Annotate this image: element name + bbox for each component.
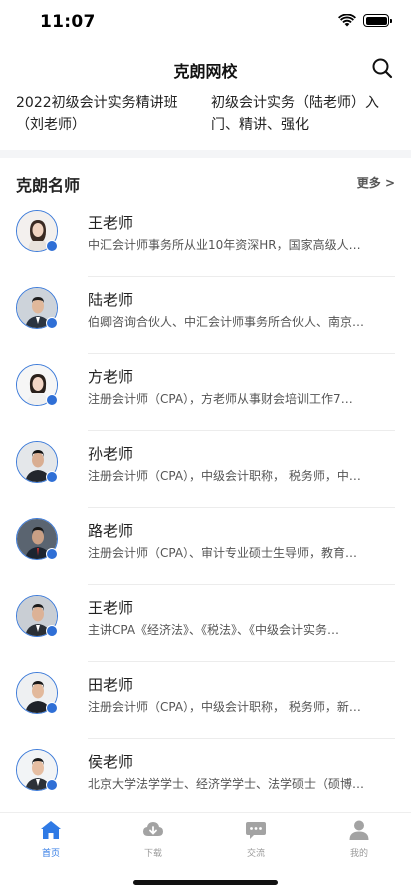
teacher-name: 方老师 [88, 368, 134, 386]
teacher-item[interactable]: 王老师 中汇会计师事务所从业10年资深HR，国家高级人… [0, 200, 411, 277]
teacher-name: 侯老师 [88, 753, 134, 771]
user-icon [349, 820, 369, 840]
battery-icon [363, 14, 392, 27]
verified-badge-icon [46, 394, 58, 406]
tab-label: 下载 [143, 849, 162, 859]
status-icons [338, 14, 392, 27]
tab-mine[interactable]: 我的 [329, 819, 389, 859]
teacher-item[interactable]: 王老师 主讲CPA《经济法》、《税法》、《中级会计实务… [0, 585, 411, 662]
teacher-desc: 注册会计师（CPA）、审计专业硕士生导师，教育… [88, 546, 358, 560]
tab-chat[interactable]: 交流 [226, 819, 286, 859]
teacher-name: 陆老师 [88, 291, 134, 309]
verified-badge-icon [46, 317, 58, 329]
teacher-desc: 注册会计师（CPA），方老师从事财会培训工作7… [88, 392, 353, 406]
course-card[interactable]: 2022初级会计实务精讲班（刘老师） [16, 92, 196, 136]
tab-bar: 首页 下载 交流 我的 [0, 812, 411, 862]
section-header: 克朗名师 更多 > [0, 170, 411, 196]
teacher-name: 王老师 [88, 214, 134, 232]
tab-label: 交流 [246, 849, 265, 859]
more-link[interactable]: 更多 > [357, 174, 395, 191]
home-indicator [133, 880, 278, 885]
status-time: 11:07 [40, 12, 96, 32]
verified-badge-icon [46, 471, 58, 483]
teacher-item[interactable]: 田老师 注册会计师（CPA），中级会计职称， 税务师，新… [0, 662, 411, 739]
verified-badge-icon [46, 625, 58, 637]
section-title: 克朗名师 [16, 176, 81, 195]
verified-badge-icon [46, 240, 58, 252]
verified-badge-icon [46, 548, 58, 560]
teacher-name: 路老师 [88, 522, 134, 540]
teacher-name: 田老师 [88, 676, 134, 694]
page-title: 克朗网校 [173, 62, 238, 81]
tab-label: 首页 [41, 849, 60, 859]
teacher-desc: 中汇会计师事务所从业10年资深HR，国家高级人… [88, 238, 361, 252]
teacher-desc: 北京大学法学学士、经济学学士、法学硕士（硕博… [88, 777, 365, 791]
course-card[interactable]: 初级会计实务（陆老师）入门、精讲、强化 [211, 92, 401, 136]
teacher-item[interactable]: 孙老师 注册会计师（CPA），中级会计职称， 税务师，中… [0, 431, 411, 508]
verified-badge-icon [46, 779, 58, 791]
course-strip: 2022初级会计实务精讲班（刘老师） 初级会计实务（陆老师）入门、精讲、强化 [0, 92, 411, 150]
teacher-item[interactable]: 侯老师 北京大学法学学士、经济学学士、法学硕士（硕博… [0, 739, 411, 816]
teacher-name: 王老师 [88, 599, 134, 617]
search-button[interactable] [369, 55, 395, 81]
search-icon [372, 58, 393, 79]
teacher-name: 孙老师 [88, 445, 134, 463]
teacher-desc: 注册会计师（CPA），中级会计职称， 税务师，新… [88, 700, 361, 714]
nav-bar: 克朗网校 [0, 46, 411, 90]
section-divider [0, 150, 411, 158]
wifi-icon [338, 14, 356, 27]
teacher-item[interactable]: 路老师 注册会计师（CPA）、审计专业硕士生导师，教育… [0, 508, 411, 585]
teacher-desc: 伯卿咨询合伙人、中汇会计师事务所合伙人、南京… [88, 315, 365, 329]
download-cloud-icon [143, 822, 163, 836]
chat-bubble-icon [246, 822, 266, 839]
teacher-list: 王老师 中汇会计师事务所从业10年资深HR，国家高级人… 陆老师 伯卿咨询合伙人… [0, 200, 411, 816]
teacher-desc: 主讲CPA《经济法》、《税法》、《中级会计实务… [88, 623, 340, 637]
teacher-item[interactable]: 陆老师 伯卿咨询合伙人、中汇会计师事务所合伙人、南京… [0, 277, 411, 354]
verified-badge-icon [46, 702, 58, 714]
tab-download[interactable]: 下载 [123, 819, 183, 859]
status-bar: 11:07 [0, 0, 411, 46]
home-icon [41, 821, 61, 839]
tab-home[interactable]: 首页 [21, 819, 81, 859]
teacher-item[interactable]: 方老师 注册会计师（CPA），方老师从事财会培训工作7… [0, 354, 411, 431]
tab-label: 我的 [349, 849, 368, 859]
teacher-desc: 注册会计师（CPA），中级会计职称， 税务师，中… [88, 469, 361, 483]
